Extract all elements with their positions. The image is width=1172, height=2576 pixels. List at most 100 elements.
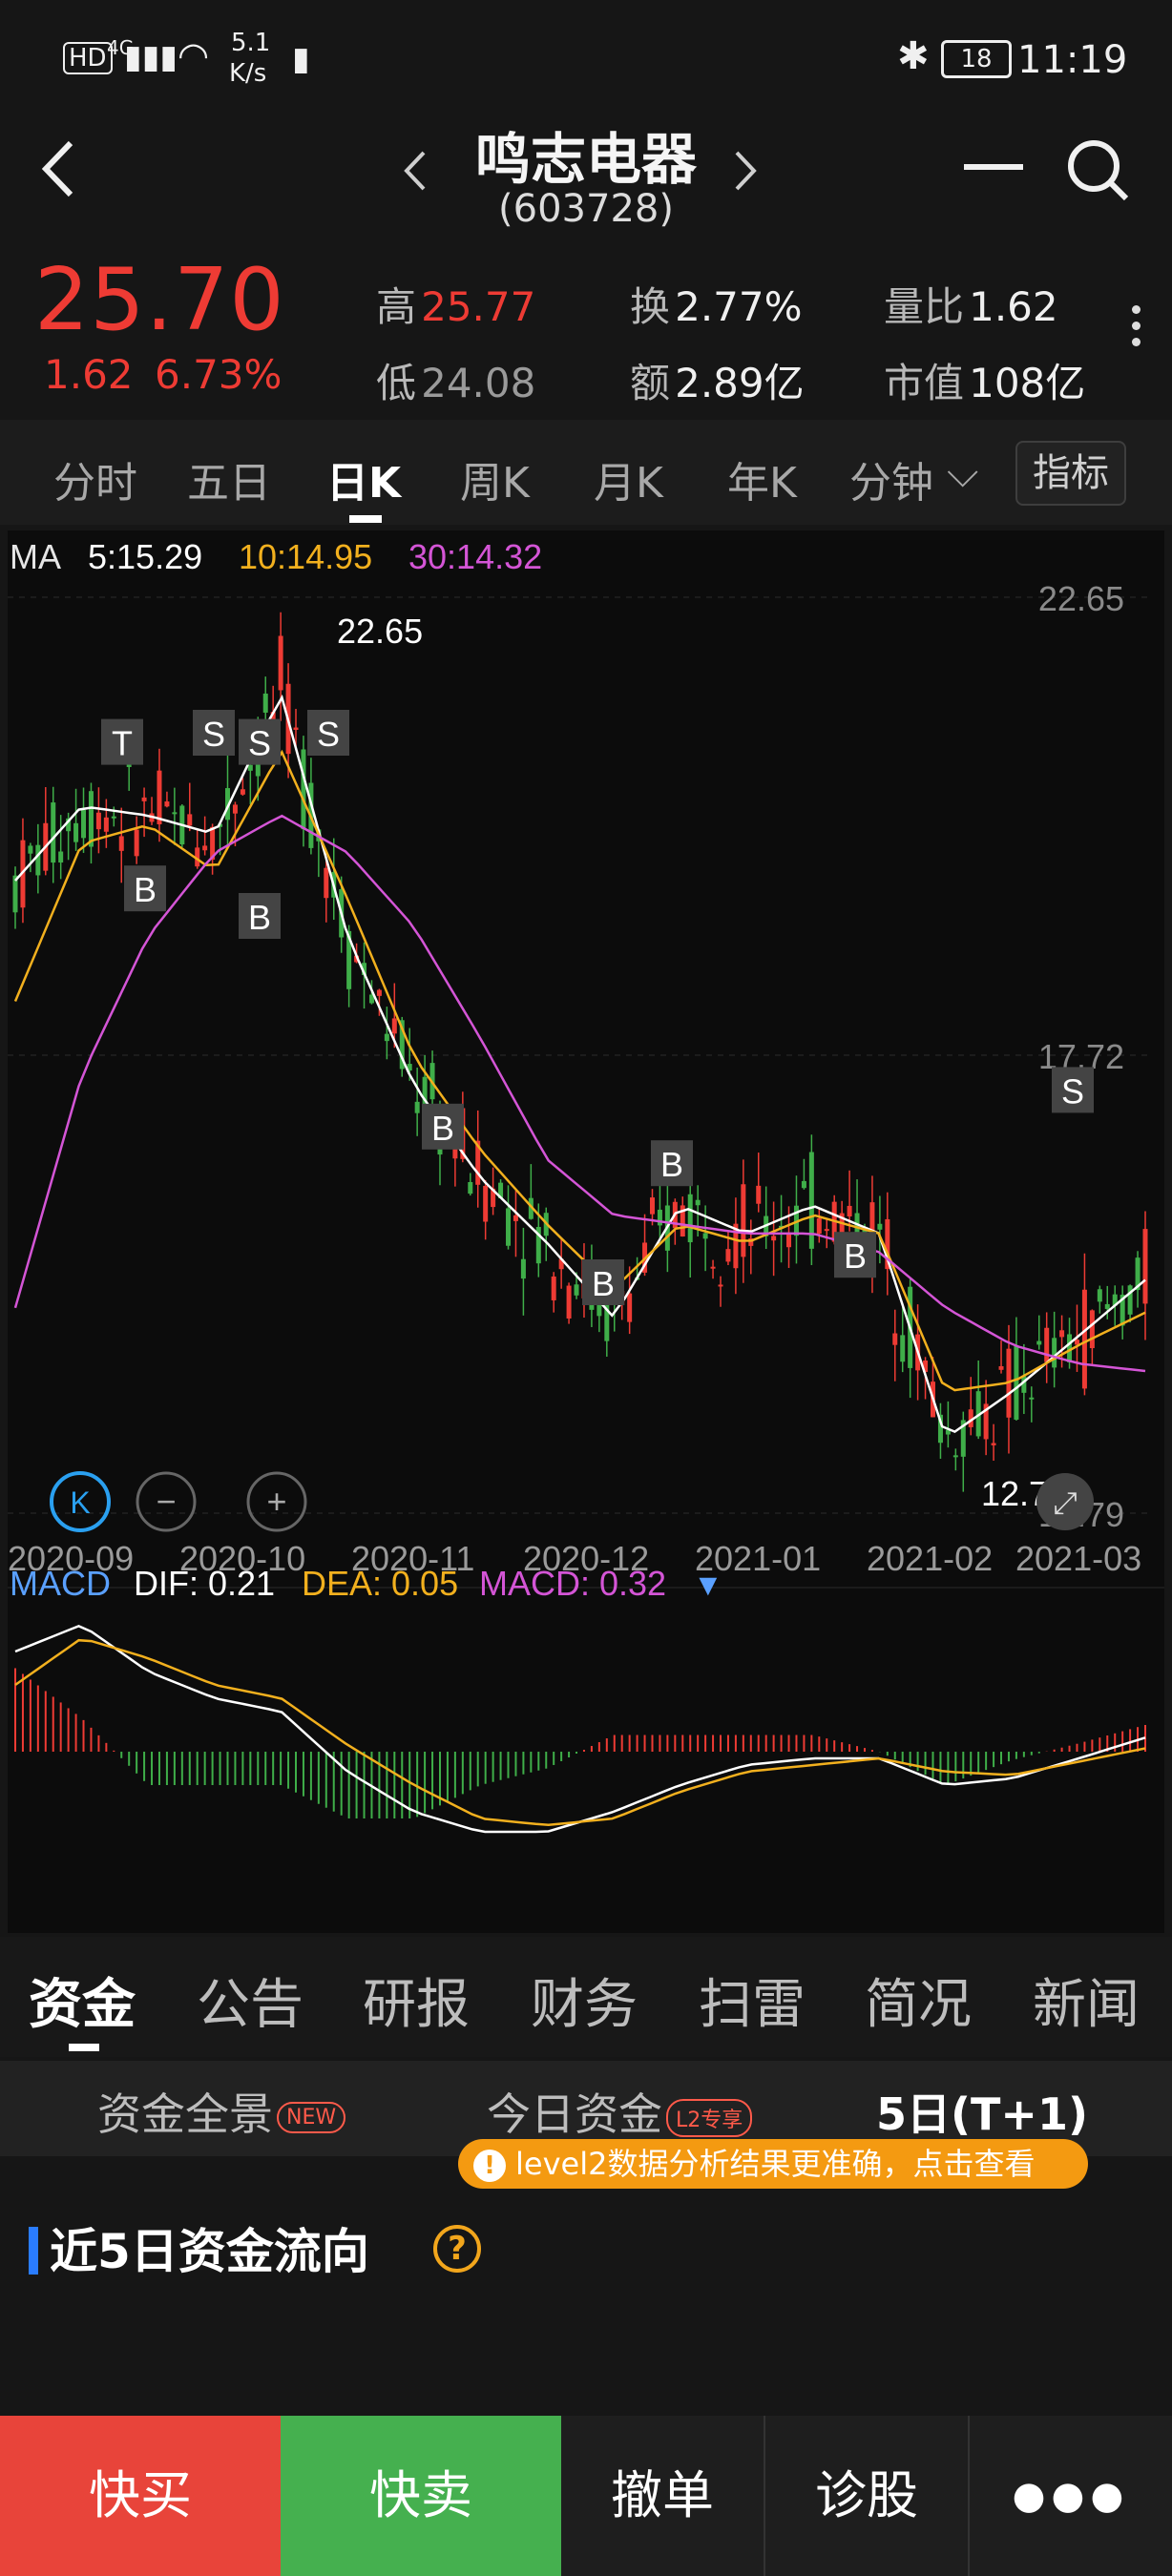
tab-funds[interactable]: 资金 [29, 1962, 136, 2039]
candle-body [324, 867, 329, 899]
tab-notices[interactable]: 公告 [197, 1962, 303, 2039]
subtab-today-label: 今日资金 [487, 2088, 662, 2140]
tab-monthly-k[interactable]: 月K [594, 448, 663, 509]
tab-yearly-k[interactable]: 年K [727, 448, 797, 509]
more-vertical-icon[interactable] [1132, 305, 1141, 346]
tab-weekly-k[interactable]: 周K [460, 448, 530, 509]
turnover-label: 换 [630, 283, 671, 330]
diagnose-button[interactable]: 诊股 [765, 2416, 970, 2576]
amount-value: 2.89亿 [675, 360, 805, 406]
candle-body [35, 844, 41, 876]
candle-body [134, 829, 139, 857]
subtab-overview[interactable]: 资金全景 NEW [97, 2080, 346, 2143]
battery-icon: 18 [941, 40, 1012, 78]
mcap-value: 108亿 [969, 360, 1086, 406]
signal-label: B [248, 898, 271, 937]
candle-body [141, 797, 147, 801]
candle-body [73, 822, 79, 842]
candle-body [1044, 1327, 1050, 1362]
indicator-button[interactable]: 指标 [1015, 441, 1126, 506]
subtab-overview-label: 资金全景 [97, 2088, 273, 2140]
candle-body [710, 1266, 716, 1269]
signal-label: S [202, 715, 225, 754]
help-icon[interactable]: ? [433, 2225, 481, 2273]
candle-body [88, 791, 94, 847]
quick-sell-button[interactable]: 快卖 [281, 2416, 561, 2576]
candle-body [384, 1033, 389, 1042]
speed-unit: K/s [229, 59, 267, 88]
signal-label: B [134, 870, 157, 909]
minus-icon[interactable] [964, 164, 1023, 170]
search-icon[interactable] [1065, 137, 1132, 208]
candle-body [1097, 1289, 1102, 1302]
candle-body [1089, 1310, 1095, 1349]
date-tick: 2021-02 [867, 1539, 993, 1578]
tab-minute[interactable]: 分钟 [849, 448, 933, 509]
more-icon[interactable]: ●●● [970, 2416, 1172, 2576]
zoom-in-icon: + [266, 1482, 286, 1521]
chevron-down-icon[interactable]: ⌵ [947, 448, 978, 497]
clock: 11:19 [1017, 38, 1128, 82]
candle-body [991, 1443, 996, 1445]
ma5-line [14, 694, 1146, 1434]
dif-line [14, 1624, 1146, 1834]
candle-body [657, 1209, 662, 1226]
candle-body [12, 875, 18, 913]
candle-body [118, 836, 124, 851]
ma30-value: 30:14.32 [408, 537, 542, 576]
tab-daily-k[interactable]: 日K [326, 448, 401, 509]
next-stock-icon[interactable] [731, 147, 760, 198]
tab-risk[interactable]: 扫雷 [699, 1962, 806, 2039]
quick-buy-button[interactable]: 快买 [0, 2416, 281, 2576]
signal-label: B [660, 1145, 683, 1184]
candle-body [649, 1197, 655, 1215]
candle-body [574, 1284, 579, 1296]
tab-finance[interactable]: 财务 [531, 1962, 638, 2039]
price-change-pct: 6.73% [155, 351, 283, 398]
candle-body [877, 1223, 883, 1230]
candle-body [900, 1335, 906, 1362]
tab-news[interactable]: 新闻 [1033, 1962, 1140, 2039]
turnover-value: 2.77% [675, 283, 803, 330]
tab-intraday[interactable]: 分时 [53, 448, 137, 509]
tab-research[interactable]: 研报 [363, 1962, 470, 2039]
candle-body [952, 1455, 958, 1458]
candle-body [506, 1208, 512, 1246]
macd-toggle-icon: ▼ [693, 1568, 723, 1602]
candle-body [81, 809, 87, 839]
turnover-stat: 换 2.77% [630, 275, 803, 333]
candle-body [301, 749, 306, 830]
candle-body [51, 802, 56, 863]
candle-body [702, 1233, 708, 1239]
candle-body [278, 635, 283, 691]
low-label: 低 [376, 360, 417, 406]
section-marker [29, 2227, 38, 2275]
candle-body [1052, 1338, 1057, 1368]
candle-body [202, 845, 208, 851]
subtab-5day[interactable]: 5日(T+1) [876, 2080, 1088, 2143]
tab-profile[interactable]: 简况 [865, 1962, 972, 2039]
alert-icon: ▮ [292, 40, 310, 78]
candle-body [293, 727, 299, 730]
amount-label: 额 [630, 360, 671, 406]
info-icon: ! [473, 2150, 506, 2182]
level2-banner[interactable]: ! level2数据分析结果更准确，点击查看 [458, 2139, 1088, 2189]
macd-dif: DIF: 0.21 [134, 1564, 275, 1603]
candle-body [58, 851, 64, 863]
kline-chart[interactable]: 22.6517.7212.79MA5:15.2910:14.9530:14.32… [8, 530, 1164, 1933]
signal-label: B [431, 1109, 454, 1148]
active-tab-indicator [349, 515, 382, 523]
candle-body [164, 801, 170, 807]
candle-body [513, 1215, 518, 1221]
cancel-order-button[interactable]: 撤单 [561, 2416, 765, 2576]
candle-body [520, 1258, 526, 1279]
candle-body [28, 845, 33, 854]
bluetooth-icon: ✱ [897, 34, 930, 78]
candle-body [741, 1184, 746, 1257]
l2-badge: L2专享 [666, 2098, 753, 2137]
subtab-today[interactable]: 今日资金 L2专享 [487, 2080, 753, 2143]
new-badge: NEW [277, 2102, 346, 2133]
tab-5day[interactable]: 五日 [187, 448, 271, 509]
stock-name: 鸣志电器 [474, 127, 697, 192]
status-bar: HD 4G ▮▮▮ ◠ 5.1 K/s ▮ ✱ 18 11:19 [0, 0, 1172, 124]
